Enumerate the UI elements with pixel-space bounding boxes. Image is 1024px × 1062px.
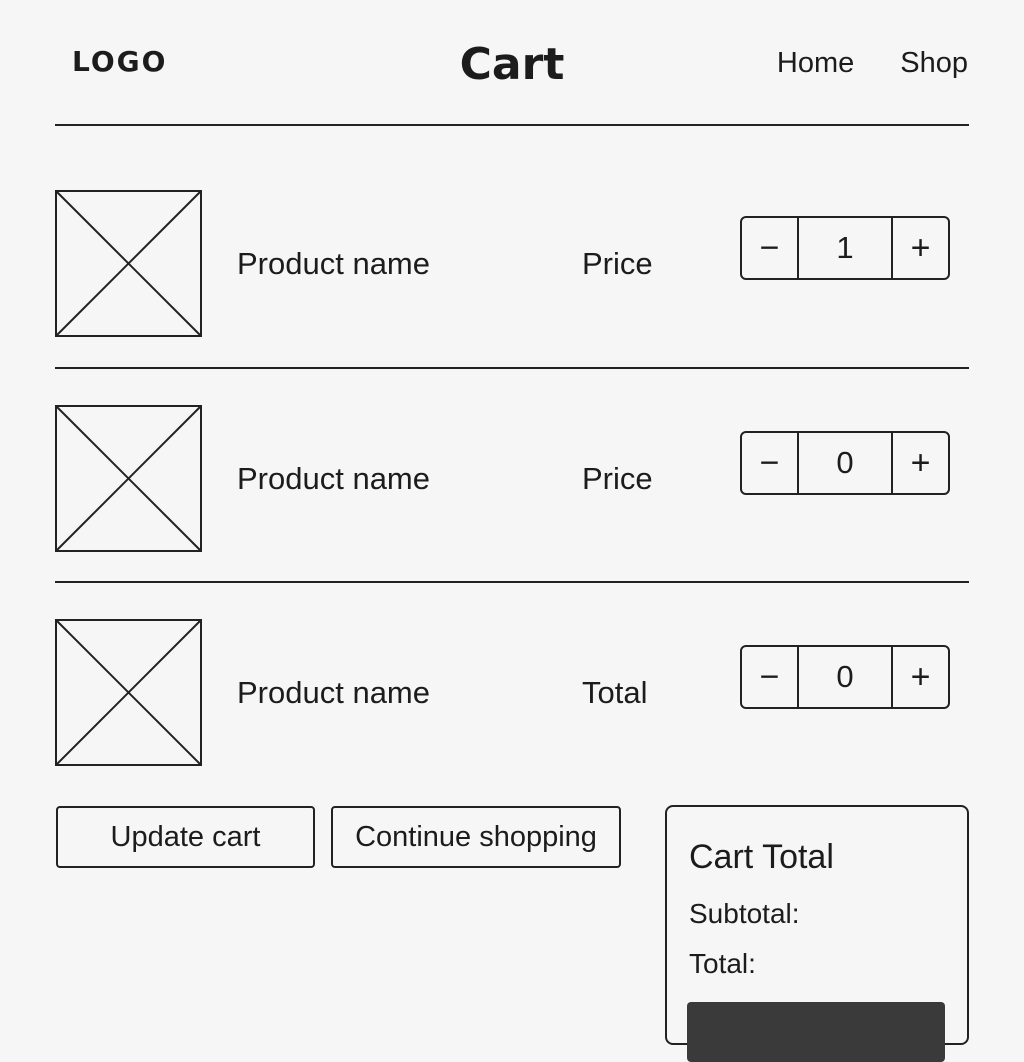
- increment-button[interactable]: +: [891, 433, 948, 493]
- subtotal-label: Subtotal:: [689, 898, 800, 929]
- quantity-stepper: − 0 +: [740, 431, 950, 495]
- image-placeholder-icon: [55, 405, 202, 552]
- row-divider: [55, 581, 969, 583]
- image-placeholder-icon: [55, 190, 202, 337]
- top-nav: Home Shop: [777, 44, 968, 82]
- decrement-button[interactable]: −: [742, 647, 799, 707]
- continue-shopping-button[interactable]: Continue shopping: [331, 806, 621, 868]
- product-name: Product name: [237, 461, 430, 496]
- quantity-stepper: − 0 +: [740, 645, 950, 709]
- quantity-stepper: − 1 +: [740, 216, 950, 280]
- decrement-button[interactable]: −: [742, 433, 799, 493]
- quantity-value[interactable]: 0: [799, 647, 891, 707]
- product-name: Product name: [237, 675, 430, 710]
- header-divider: [55, 124, 969, 126]
- product-price-label: Price: [582, 461, 653, 496]
- cart-item-row: Product name Total − 0 +: [55, 619, 969, 766]
- checkout-button[interactable]: [687, 1002, 945, 1062]
- quantity-value[interactable]: 1: [799, 218, 891, 278]
- nav-link-shop[interactable]: Shop: [900, 44, 968, 82]
- increment-button[interactable]: +: [891, 647, 948, 707]
- image-placeholder-icon: [55, 619, 202, 766]
- update-cart-button[interactable]: Update cart: [56, 806, 315, 868]
- cart-total-title: Cart Total: [689, 838, 834, 876]
- quantity-value[interactable]: 0: [799, 433, 891, 493]
- increment-button[interactable]: +: [891, 218, 948, 278]
- cart-item-row: Product name Price − 0 +: [55, 405, 969, 552]
- nav-link-home[interactable]: Home: [777, 44, 854, 82]
- cart-total-panel: Cart Total Subtotal: Total:: [665, 805, 969, 1062]
- cart-item-row: Product name Price − 1 +: [55, 190, 969, 337]
- product-name: Product name: [237, 246, 430, 281]
- logo[interactable]: LOGO: [72, 44, 167, 80]
- row-divider: [55, 367, 969, 369]
- decrement-button[interactable]: −: [742, 218, 799, 278]
- total-label: Total:: [689, 948, 756, 979]
- product-price-label: Total: [582, 675, 648, 710]
- product-price-label: Price: [582, 246, 653, 281]
